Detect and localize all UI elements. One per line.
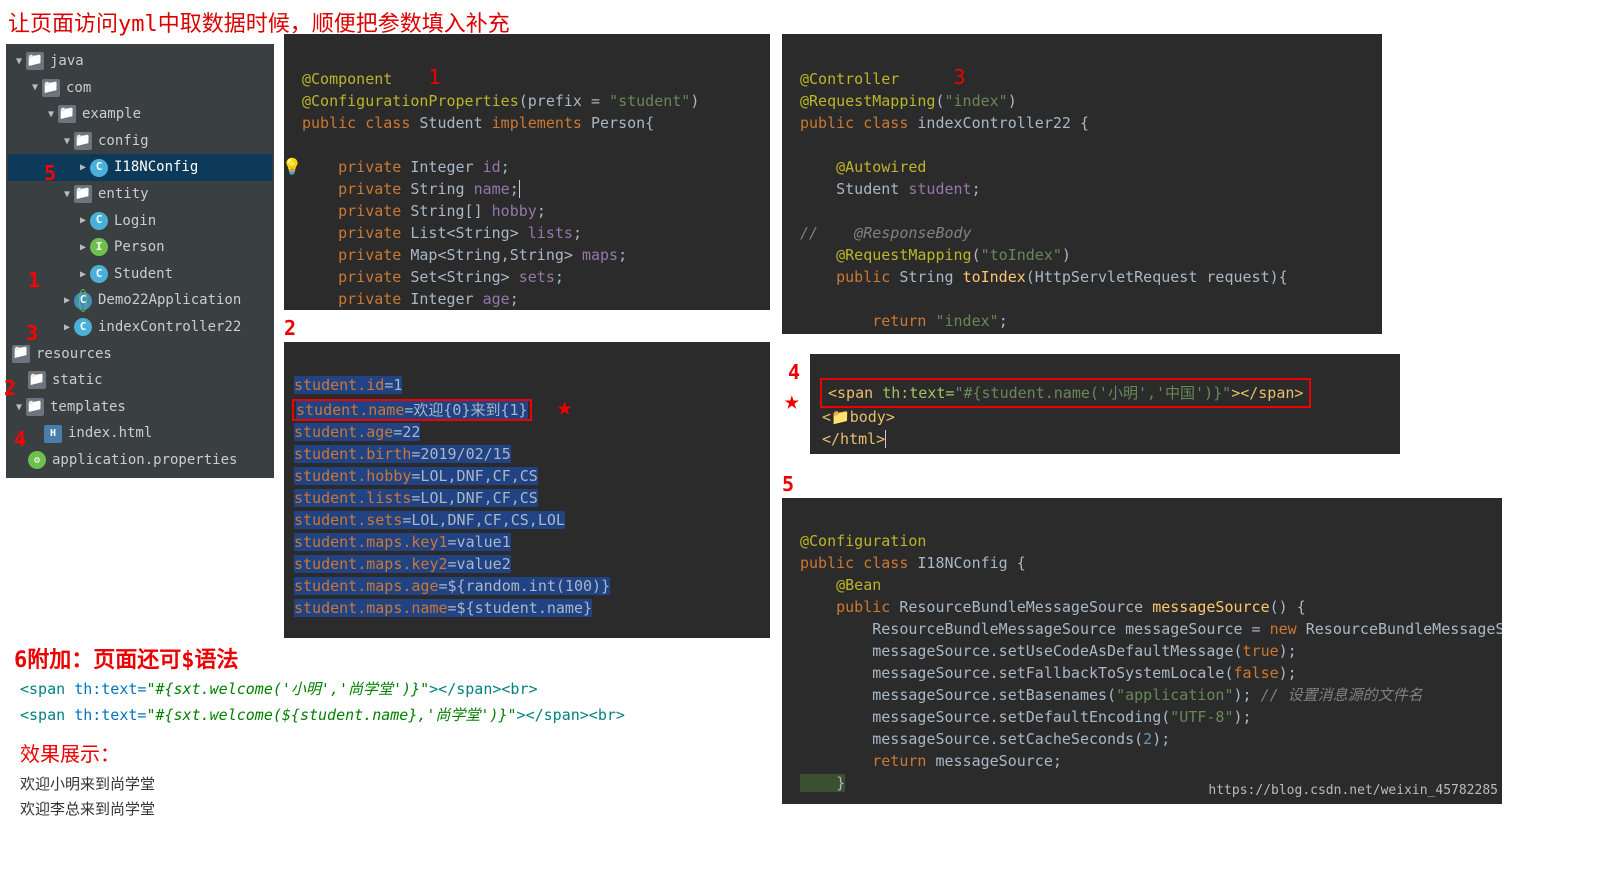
label-4: 4 <box>788 360 806 384</box>
red-number-3-code: 3 <box>954 65 966 89</box>
result-line-1: 欢迎小明来到尚学堂 <box>14 771 644 796</box>
file-indexcontroller22[interactable]: indexController22 <box>98 314 241 341</box>
folder-example[interactable]: example <box>82 101 141 128</box>
code-panel-properties: student.id=1 student.name=欢迎{0}来到{1} ★ s… <box>284 342 770 638</box>
label-2: 2 <box>284 316 770 340</box>
result-line-2: 欢迎李总来到尚学堂 <box>14 796 644 821</box>
folder-resources[interactable]: resources <box>36 341 112 368</box>
folder-config[interactable]: config <box>98 128 149 155</box>
file-application-properties[interactable]: application.properties <box>52 447 237 474</box>
star-icon-4: ★ <box>784 386 800 416</box>
file-login[interactable]: Login <box>114 208 156 235</box>
file-i18nconfig[interactable]: I18NConfig <box>114 154 198 181</box>
label-5: 5 <box>782 472 1510 496</box>
folder-entity[interactable]: entity <box>98 181 149 208</box>
file-index-html[interactable]: index.html <box>68 420 152 447</box>
code-panel-i18nconfig: @Configuration public class I18NConfig {… <box>782 498 1502 804</box>
folder-static[interactable]: static <box>52 367 103 394</box>
star-icon: ★ <box>557 396 573 418</box>
folder-templates[interactable]: templates <box>50 394 126 421</box>
folder-com[interactable]: com <box>66 75 91 102</box>
file-demo22[interactable]: Demo22Application <box>98 287 241 314</box>
label-6: 6附加：页面还可$语法 <box>14 642 644 674</box>
file-student[interactable]: Student <box>114 261 173 288</box>
code-panel-student: @Component 1 @ConfigurationProperties(pr… <box>284 34 770 310</box>
result-title: 效果展示： <box>20 738 644 767</box>
file-person[interactable]: Person <box>114 234 165 261</box>
extra-code-line-1: <span th:text="#{sxt.welcome('小明','尚学堂')… <box>14 676 644 702</box>
bulb-icon[interactable]: 💡 <box>284 156 302 178</box>
code-panel-controller: @Controller 3 @RequestMapping("index") p… <box>782 34 1382 334</box>
red-number-1-code: 1 <box>428 65 440 89</box>
project-tree[interactable]: ▼java ▼com ▼example ▼config 5▶I18NConfig… <box>6 44 274 478</box>
code-panel-html: <span th:text="#{student.name('小明','中国')… <box>810 354 1400 454</box>
folder-java[interactable]: java <box>50 48 84 75</box>
red-number-2-side: 2 <box>4 376 16 400</box>
watermark: https://blog.csdn.net/weixin_45782285 <box>1208 783 1498 798</box>
extra-code-line-2: <span th:text="#{sxt.welcome(${student.n… <box>14 702 644 728</box>
